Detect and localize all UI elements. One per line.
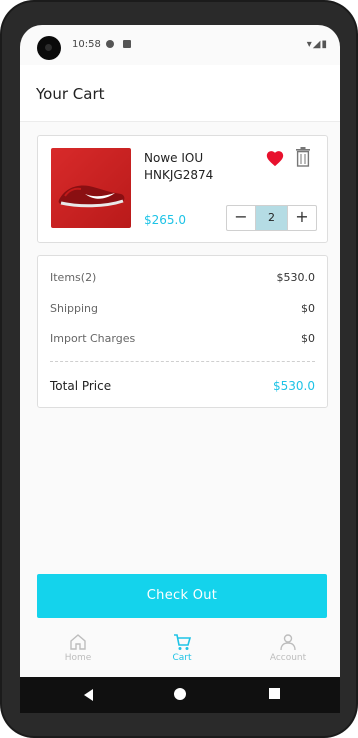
quantity-stepper: − 2 + (226, 205, 317, 231)
bottom-navigation: Home Cart Account (20, 623, 340, 677)
total-price-value: $530.0 (273, 379, 315, 393)
shipping-row: Shipping $0 (50, 302, 315, 318)
nav-label-home: Home (64, 653, 92, 663)
shipping-value: $0 (301, 302, 315, 315)
home-icon (70, 634, 86, 650)
app-screen: 10:58 ▾◢▮ Your Cart Nowe IOU HNKJG2874 $… (20, 25, 340, 677)
check-out-button[interactable]: Check Out (37, 574, 327, 618)
quantity-value: 2 (256, 206, 287, 230)
import-charges-value: $0 (301, 332, 315, 345)
app-bar: Your Cart (20, 65, 340, 122)
cart-icon (174, 634, 191, 650)
product-image[interactable] (51, 148, 131, 228)
status-time: 10:58 (72, 39, 101, 50)
back-icon[interactable] (84, 689, 93, 701)
recent-apps-icon[interactable] (269, 688, 280, 699)
status-bar: 10:58 ▾◢▮ (20, 25, 340, 65)
items-label: Items(2) (50, 271, 97, 284)
import-charges-label: Import Charges (50, 332, 136, 345)
nav-item-account[interactable]: Account (248, 633, 328, 663)
sneaker-icon (58, 185, 125, 208)
dashed-divider (50, 361, 315, 362)
product-name[interactable]: Nowe IOU HNKJG2874 (144, 150, 254, 184)
nav-label-cart: Cart (172, 653, 192, 663)
decrease-quantity-button[interactable]: − (227, 206, 256, 230)
system-navigation-bar (20, 677, 340, 713)
import-charges-row: Import Charges $0 (50, 332, 315, 348)
page-title: Your Cart (36, 85, 105, 103)
cart-item-card: Nowe IOU HNKJG2874 $265.0 − 2 + (37, 135, 328, 243)
items-value: $530.0 (276, 271, 316, 284)
nav-item-home[interactable]: Home (38, 633, 118, 663)
camera-cutout (37, 36, 61, 60)
product-price: $265.0 (144, 213, 186, 227)
sim-status-icon (123, 40, 131, 48)
shipping-label: Shipping (50, 302, 98, 315)
trash-icon[interactable] (295, 147, 311, 167)
order-summary-card: Items(2) $530.0 Shipping $0 Import Charg… (37, 255, 328, 408)
home-circle-icon[interactable] (174, 688, 186, 700)
nav-item-cart[interactable]: Cart (142, 633, 222, 663)
nav-label-account: Account (269, 653, 307, 663)
account-icon (280, 634, 296, 651)
signal-battery-icon: ▾◢▮ (306, 39, 328, 50)
items-row: Items(2) $530.0 (50, 271, 315, 287)
increase-quantity-button[interactable]: + (287, 206, 316, 230)
heart-icon[interactable] (265, 149, 285, 167)
total-price-label: Total Price (50, 379, 112, 393)
settings-status-icon (106, 40, 114, 48)
total-price-row: Total Price $530.0 (50, 379, 315, 395)
